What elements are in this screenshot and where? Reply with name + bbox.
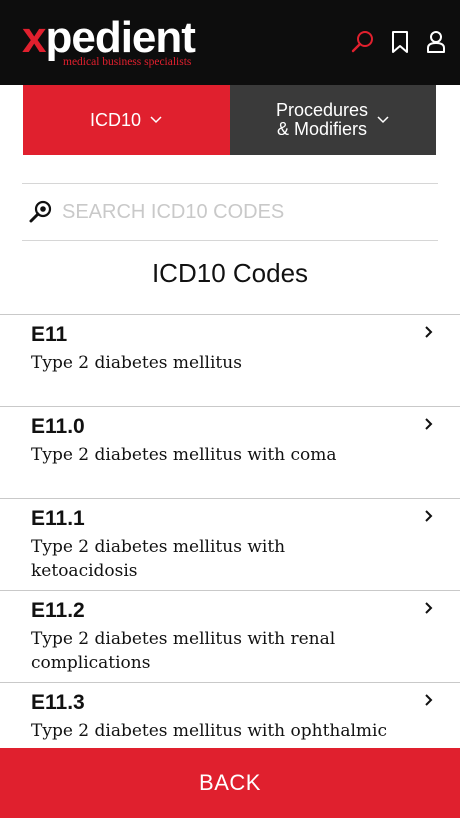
code-description: Type 2 diabetes mellitus with ketoacidos… <box>31 537 286 581</box>
list-item[interactable]: E11.1 Type 2 diabetes mellitus with keto… <box>0 498 460 590</box>
chevron-right-icon <box>424 693 434 707</box>
tab-procedures-modifiers[interactable]: Procedures & Modifiers <box>230 85 436 155</box>
code-description: Type 2 diabetes mellitus with renal comp… <box>31 629 336 673</box>
code-type-tabs: ICD10 Procedures & Modifiers <box>23 85 436 155</box>
tab-icd10-label: ICD10 <box>89 109 142 130</box>
bookmark-icon[interactable] <box>387 29 413 55</box>
search-icon[interactable] <box>350 29 376 55</box>
user-icon[interactable] <box>423 29 449 55</box>
tab-procedures-line2: & Modifiers <box>276 119 368 139</box>
icd10-code-list: E11 Type 2 diabetes mellitus E11.0 Type … <box>0 314 460 774</box>
list-item[interactable]: E11 Type 2 diabetes mellitus <box>0 314 460 406</box>
code-label: E11.2 <box>31 599 85 622</box>
logo-wordmark: x pedient <box>22 13 196 62</box>
back-button[interactable]: BACK <box>0 748 460 818</box>
tab-icd10[interactable]: ICD10 <box>23 85 230 155</box>
code-label: E11.3 <box>31 691 85 714</box>
xpedient-logo[interactable]: x pedient medical business specialists <box>22 13 196 69</box>
page-title: ICD10 Codes <box>151 258 309 288</box>
tab-procedures-line1: Procedures <box>275 100 369 120</box>
chevron-right-icon <box>424 325 434 339</box>
app-header: x pedient medical business specialists <box>0 0 460 85</box>
chevron-down-icon <box>376 113 390 127</box>
list-item[interactable]: E11.0 Type 2 diabetes mellitus with coma <box>0 406 460 498</box>
search-bar <box>22 183 438 241</box>
search-input[interactable] <box>62 200 422 224</box>
code-label: E11.1 <box>31 507 85 530</box>
code-label: E11 <box>31 323 68 346</box>
code-description: Type 2 diabetes mellitus with ophthalmic <box>31 721 387 741</box>
chevron-right-icon <box>424 601 434 615</box>
list-item[interactable]: E11.2 Type 2 diabetes mellitus with rena… <box>0 590 460 682</box>
chevron-right-icon <box>424 509 434 523</box>
chevron-right-icon <box>424 417 434 431</box>
logo-x-letter: x <box>22 13 47 62</box>
logo-word: pedient <box>45 13 195 62</box>
code-label: E11.0 <box>31 415 85 438</box>
code-description: Type 2 diabetes mellitus with coma <box>31 445 337 465</box>
logo-tagline: medical business specialists <box>63 56 192 68</box>
code-description: Type 2 diabetes mellitus <box>31 353 242 373</box>
magnifier-icon <box>28 199 54 225</box>
tab-procedures-label: Procedures & Modifiers <box>276 101 368 139</box>
chevron-down-icon <box>149 113 163 127</box>
